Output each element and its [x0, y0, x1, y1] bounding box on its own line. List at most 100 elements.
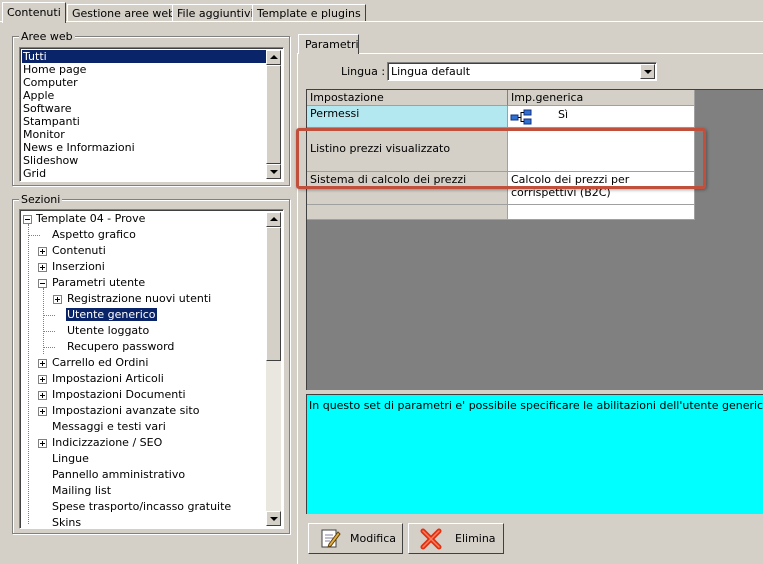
- tree-node-label: Recupero password: [67, 340, 175, 353]
- tab-parametri[interactable]: Parametri: [298, 34, 359, 54]
- tree-node[interactable]: Impostazioni avanzate sito: [38, 403, 199, 419]
- tree-node[interactable]: Spese trasporto/incasso gratuite: [52, 499, 231, 515]
- parametri-tab-line: [297, 53, 763, 54]
- tree-node[interactable]: Contenuti: [38, 243, 106, 259]
- tree-node-label: Indicizzazione / SEO: [52, 436, 163, 449]
- list-item[interactable]: Slideshow: [22, 154, 78, 167]
- tree-node-label: Inserzioni: [52, 260, 105, 273]
- tree-line: [43, 288, 44, 354]
- tab-divider: [0, 21, 763, 22]
- list-item[interactable]: News e Informazioni: [22, 141, 135, 154]
- tree-node-label: Contenuti: [52, 244, 106, 257]
- tree-node-label: Mailing list: [52, 484, 112, 497]
- list-item[interactable]: Computer: [22, 76, 78, 89]
- tree-line: [43, 315, 55, 316]
- scroll-down-button[interactable]: [266, 164, 281, 179]
- tree-node-label: Parametri utente: [52, 276, 146, 289]
- scroll-thumb[interactable]: [266, 227, 281, 361]
- tree-node[interactable]: Aspetto grafico: [52, 227, 136, 243]
- tab-file-aggiuntivi[interactable]: File aggiuntivi: [172, 4, 259, 22]
- scroll-down-button[interactable]: [266, 511, 281, 526]
- aree-web-list[interactable]: Tutti Home page Computer Apple Software …: [19, 47, 284, 182]
- tree-node-label: Messaggi e testi vari: [52, 420, 166, 433]
- tree-node[interactable]: Impostazioni Documenti: [38, 387, 186, 403]
- tree-line: [28, 224, 29, 524]
- main-tab-bar: Contenuti Gestione aree web File aggiunt…: [0, 0, 763, 23]
- lingua-select[interactable]: Lingua default: [387, 62, 657, 81]
- tree-node[interactable]: Indicizzazione / SEO: [38, 435, 162, 451]
- tree-node-label: Utente loggato: [67, 324, 150, 337]
- list-item[interactable]: Home page: [22, 63, 86, 76]
- grid-header-impostazione[interactable]: Impostazione: [307, 90, 508, 106]
- tree-node[interactable]: Impostazioni Articoli: [38, 371, 164, 387]
- expand-icon[interactable]: [38, 359, 47, 368]
- elimina-button-label: Elimina: [455, 532, 496, 545]
- tree-node-utente-generico[interactable]: Utente generico: [65, 307, 158, 323]
- lingua-select-value: Lingua default: [391, 65, 471, 78]
- annotation-highlight-box: [296, 128, 706, 189]
- tree-node-label: Aspetto grafico: [52, 228, 136, 241]
- aree-web-scrollbar[interactable]: [266, 50, 281, 179]
- grid-header-impgenerica[interactable]: Imp.generica: [508, 90, 695, 106]
- tree-node[interactable]: Registrazione nuovi utenti: [53, 291, 211, 307]
- tab-contenuti[interactable]: Contenuti: [2, 2, 66, 23]
- expand-icon[interactable]: [38, 375, 47, 384]
- tree-node[interactable]: Messaggi e testi vari: [52, 419, 166, 435]
- description-text: In questo set di parametri e' possibile …: [309, 399, 763, 412]
- tree-node-label: Template 04 - Prove: [36, 212, 146, 225]
- collapse-icon[interactable]: [38, 279, 47, 288]
- lingua-dropdown-button[interactable]: [640, 64, 655, 79]
- sezioni-tree[interactable]: Template 04 - Prove Aspetto grafico Cont…: [19, 209, 284, 529]
- grid-cell-empty[interactable]: [307, 205, 508, 220]
- tree-node-label: Impostazioni Articoli: [52, 372, 164, 385]
- tree-line: [43, 347, 55, 348]
- expand-icon[interactable]: [38, 263, 47, 272]
- expand-icon[interactable]: [53, 295, 62, 304]
- tree-node-label: Lingue: [52, 452, 89, 465]
- tree-node[interactable]: Inserzioni: [38, 259, 105, 275]
- grid-cell-permessi[interactable]: Permessi: [307, 106, 508, 128]
- tree-node-label: Impostazioni Documenti: [52, 388, 186, 401]
- tree-node[interactable]: Mailing list: [52, 483, 111, 499]
- tab-template-e-plugins[interactable]: Template e plugins: [252, 4, 366, 22]
- chevron-down-icon: [644, 70, 652, 74]
- tree-node[interactable]: Carrello ed Ordini: [38, 355, 148, 371]
- tree-node[interactable]: Lingue: [52, 451, 89, 467]
- tree-node[interactable]: Skins: [52, 515, 81, 528]
- tree-node[interactable]: Pannello amministrativo: [52, 467, 185, 483]
- list-item[interactable]: Software: [22, 102, 72, 115]
- sezioni-scrollbar[interactable]: [266, 212, 281, 526]
- tab-gestione-aree-web[interactable]: Gestione aree web: [67, 4, 181, 22]
- arrow-down-icon: [270, 170, 278, 174]
- expand-icon[interactable]: [38, 391, 47, 400]
- list-item[interactable]: Stampanti: [22, 115, 80, 128]
- list-item[interactable]: Grid: [22, 167, 46, 180]
- sezioni-title: Sezioni: [19, 193, 63, 206]
- grid-cell-permessi-value[interactable]: Sì: [508, 106, 695, 128]
- modifica-button-label: Modifica: [350, 532, 396, 545]
- expand-icon[interactable]: [38, 407, 47, 416]
- scroll-up-button[interactable]: [266, 50, 281, 65]
- list-item[interactable]: Monitor: [22, 128, 65, 141]
- list-item-tutti[interactable]: Tutti: [22, 50, 266, 63]
- tree-node-label: Impostazioni avanzate sito: [52, 404, 200, 417]
- list-item[interactable]: Apple: [22, 89, 54, 102]
- expand-icon[interactable]: [38, 439, 47, 448]
- tree-node-label: Registrazione nuovi utenti: [67, 292, 212, 305]
- tree-node[interactable]: Parametri utente: [38, 275, 145, 291]
- tree-node-label: Pannello amministrativo: [52, 468, 186, 481]
- scroll-thumb[interactable]: [266, 65, 281, 164]
- tree-node[interactable]: Recupero password: [67, 339, 174, 355]
- expand-icon[interactable]: [38, 247, 47, 256]
- collapse-icon[interactable]: [23, 215, 32, 224]
- modifica-button[interactable]: Modifica: [308, 523, 403, 554]
- arrow-up-icon: [270, 217, 278, 221]
- grid-cell-empty-value[interactable]: [508, 205, 695, 220]
- tree-node-label: Spese trasporto/incasso gratuite: [52, 500, 232, 513]
- tree-node-label: Utente generico: [65, 307, 158, 322]
- tree-node-template[interactable]: Template 04 - Prove: [23, 211, 145, 227]
- scroll-up-button[interactable]: [266, 212, 281, 227]
- elimina-button[interactable]: Elimina: [408, 523, 504, 554]
- description-panel: In questo set di parametri e' possibile …: [306, 394, 763, 514]
- tree-node[interactable]: Utente loggato: [67, 323, 149, 339]
